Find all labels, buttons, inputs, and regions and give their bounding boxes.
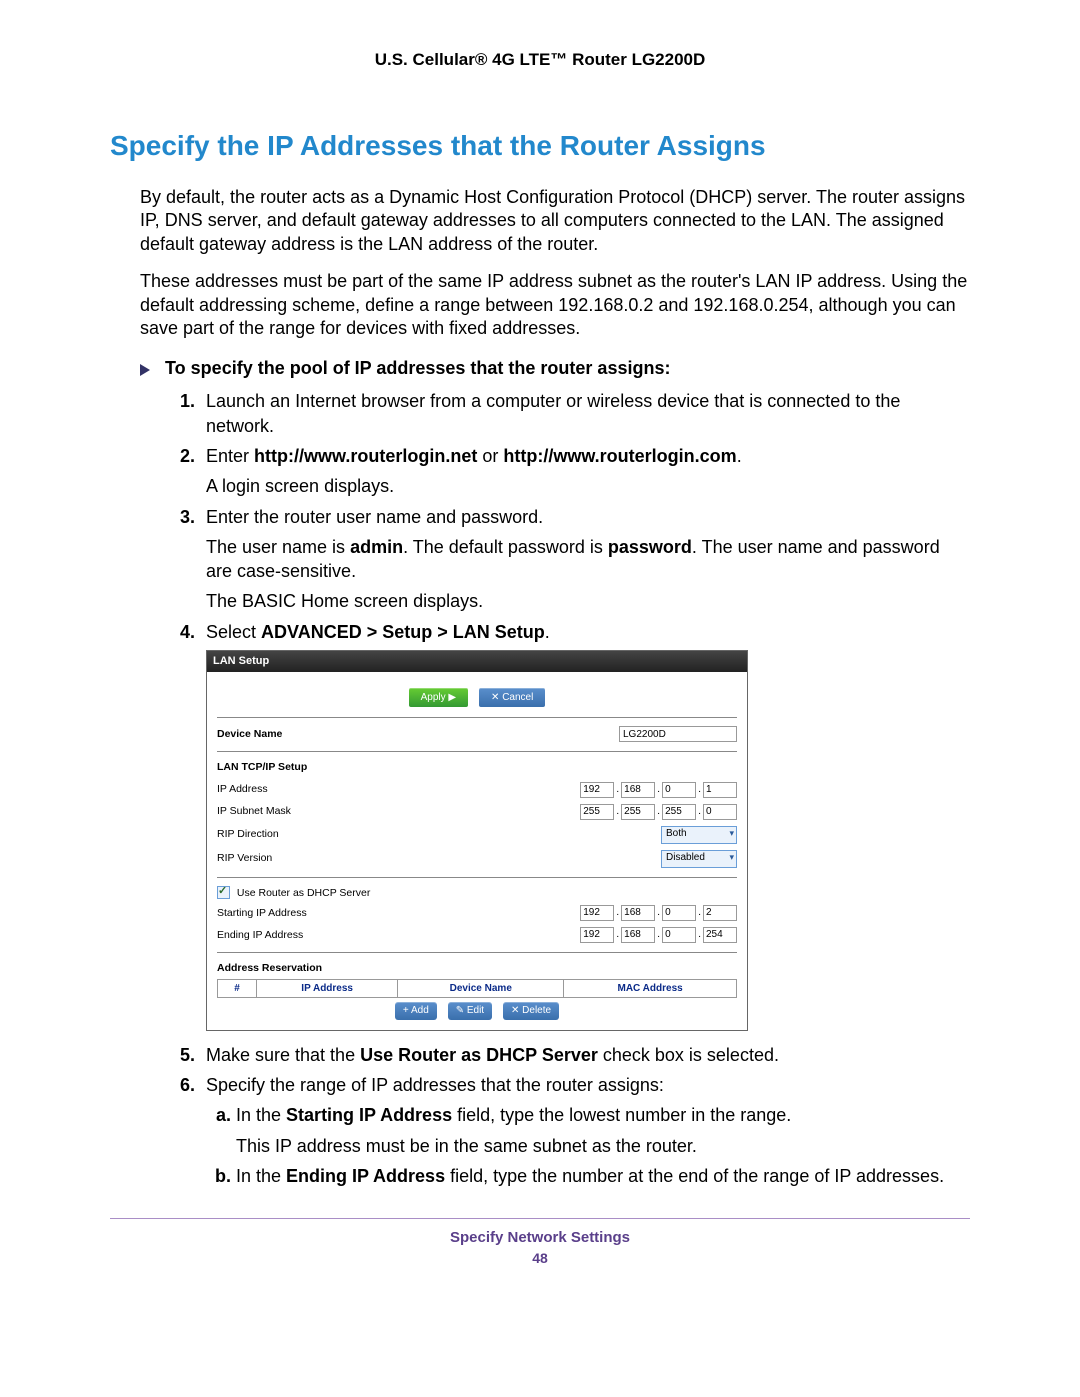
step-4: Select ADVANCED > Setup > LAN Setup. LAN… (200, 620, 970, 1031)
tcpip-section-label: LAN TCP/IP Setup (217, 760, 737, 774)
dhcp-checkbox[interactable] (217, 886, 230, 899)
address-reservation-label: Address Reservation (217, 961, 737, 975)
dhcp-checkbox-label: Use Router as DHCP Server (237, 887, 370, 899)
ip-address-field[interactable]: ... (580, 782, 737, 798)
starting-ip-label: Starting IP Address (217, 906, 580, 920)
rip-direction-label: RIP Direction (217, 827, 661, 841)
ar-col-ip: IP Address (257, 979, 398, 998)
intro-paragraph-1: By default, the router acts as a Dynamic… (140, 186, 970, 256)
section-title: Specify the IP Addresses that the Router… (110, 130, 970, 162)
device-name-input[interactable] (619, 726, 737, 742)
add-button[interactable]: + Add (395, 1002, 437, 1020)
rip-direction-select[interactable]: Both (661, 826, 737, 844)
step-6: Specify the range of IP addresses that t… (200, 1073, 970, 1188)
lan-setup-panel: LAN Setup Apply ▶ ✕ Cancel Device Name L… (206, 650, 748, 1031)
page-header: U.S. Cellular® 4G LTE™ Router LG2200D (110, 50, 970, 70)
ar-col-num: # (218, 979, 257, 998)
ending-ip-label: Ending IP Address (217, 928, 580, 942)
step-2-note: A login screen displays. (206, 474, 970, 498)
apply-button[interactable]: Apply ▶ (409, 688, 468, 708)
lan-panel-title: LAN Setup (207, 651, 747, 672)
step-5: Make sure that the Use Router as DHCP Se… (200, 1043, 970, 1067)
procedure-heading: To specify the pool of IP addresses that… (140, 358, 970, 379)
step-3-note-1: The user name is admin. The default pass… (206, 535, 970, 584)
step-3-note-2: The BASIC Home screen displays. (206, 589, 970, 613)
intro-paragraph-2: These addresses must be part of the same… (140, 270, 970, 340)
starting-ip-field[interactable]: ... (580, 905, 737, 921)
ending-ip-field[interactable]: ... (580, 927, 737, 943)
chevron-right-icon (140, 364, 150, 376)
step-6a: In the Starting IP Address field, type t… (236, 1103, 970, 1158)
footer-page-number: 48 (110, 1250, 970, 1266)
address-reservation-table: # IP Address Device Name MAC Address (217, 979, 737, 999)
step-1: Launch an Internet browser from a comput… (200, 389, 970, 438)
rip-version-label: RIP Version (217, 851, 661, 865)
subnet-mask-label: IP Subnet Mask (217, 804, 580, 818)
step-6b: In the Ending IP Address field, type the… (236, 1164, 970, 1188)
procedure-heading-text: To specify the pool of IP addresses that… (165, 358, 670, 378)
device-name-label: Device Name (217, 727, 619, 741)
ar-col-mac: MAC Address (564, 979, 737, 998)
delete-button[interactable]: ✕ Delete (503, 1002, 559, 1020)
subnet-mask-field[interactable]: ... (580, 804, 737, 820)
step-6a-note: This IP address must be in the same subn… (236, 1134, 970, 1158)
edit-button[interactable]: ✎ Edit (448, 1002, 492, 1020)
ip-address-label: IP Address (217, 782, 580, 796)
cancel-button[interactable]: ✕ Cancel (479, 688, 545, 708)
step-2: Enter http://www.routerlogin.net or http… (200, 444, 970, 499)
ar-col-device: Device Name (398, 979, 564, 998)
rip-version-select[interactable]: Disabled (661, 850, 737, 868)
step-3: Enter the router user name and password.… (200, 505, 970, 614)
footer-section: Specify Network Settings (110, 1229, 970, 1246)
